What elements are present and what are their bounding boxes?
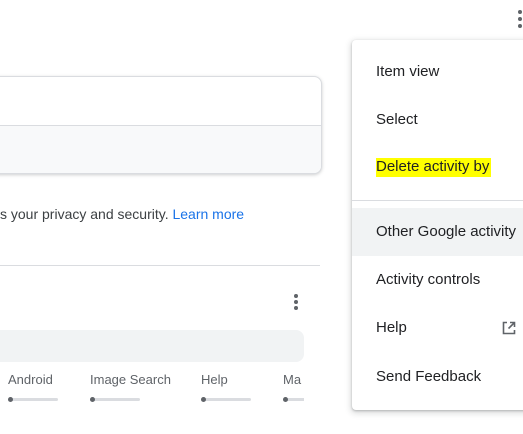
menu-item-help[interactable]: Help bbox=[352, 304, 523, 352]
menu-item-item-view[interactable]: Item view bbox=[352, 48, 523, 96]
overflow-menu: Item view Select Delete activity by Othe… bbox=[352, 40, 523, 410]
product-filter-bar[interactable] bbox=[0, 330, 304, 362]
product-filter-list: Android Image Search Help Ma bbox=[0, 372, 304, 406]
product-filter-image-search[interactable]: Image Search bbox=[90, 372, 171, 402]
product-filter-indicator bbox=[201, 397, 251, 402]
open-in-new-icon bbox=[502, 321, 516, 335]
section-divider bbox=[0, 265, 320, 266]
menu-item-other-google-activity[interactable]: Other Google activity bbox=[352, 208, 523, 256]
filter-by-date-row[interactable] bbox=[0, 125, 321, 173]
product-filter-help[interactable]: Help bbox=[201, 372, 251, 402]
bundle-more-options-icon[interactable] bbox=[288, 292, 304, 312]
search-field[interactable] bbox=[0, 77, 321, 125]
privacy-notice-text: s your privacy and security. bbox=[0, 206, 173, 222]
product-filter-android[interactable]: Android bbox=[8, 372, 58, 402]
menu-divider bbox=[352, 200, 523, 201]
privacy-notice: s your privacy and security. Learn more bbox=[0, 206, 244, 222]
more-options-icon[interactable] bbox=[512, 8, 523, 30]
product-filter-indicator bbox=[8, 397, 58, 402]
learn-more-link[interactable]: Learn more bbox=[172, 206, 244, 222]
menu-item-select[interactable]: Select bbox=[352, 96, 523, 144]
search-card bbox=[0, 76, 322, 174]
menu-item-delete-activity-by[interactable]: Delete activity by bbox=[352, 143, 523, 191]
menu-item-activity-controls[interactable]: Activity controls bbox=[352, 256, 523, 304]
product-filter-indicator bbox=[283, 397, 304, 402]
product-filter-maps[interactable]: Ma bbox=[283, 372, 304, 402]
menu-item-send-feedback[interactable]: Send Feedback bbox=[352, 353, 523, 401]
product-filter-indicator bbox=[90, 397, 140, 402]
